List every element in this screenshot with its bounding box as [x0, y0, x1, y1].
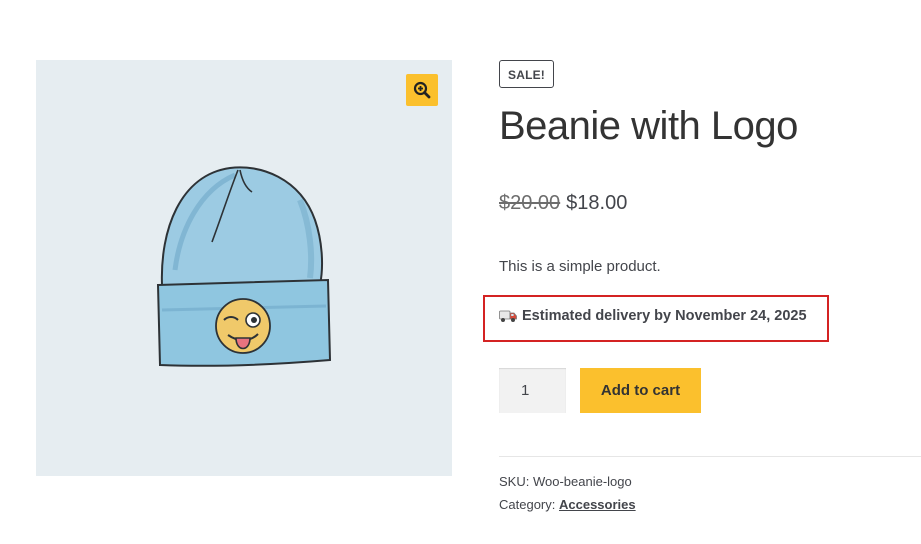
- price: $20.00 $18.00: [499, 192, 627, 215]
- magnify-plus-icon: [413, 81, 431, 99]
- short-description: This is a simple product.: [499, 258, 661, 275]
- sku-value: Woo-beanie-logo: [532, 474, 632, 489]
- product-image[interactable]: [150, 160, 340, 375]
- category-label: Category:: [499, 497, 556, 512]
- delivery-truck-icon: [499, 310, 517, 322]
- zoom-button[interactable]: [406, 74, 438, 106]
- sku-line: SKU: Woo-beanie-logo: [499, 474, 632, 489]
- quantity-input[interactable]: [499, 368, 566, 413]
- category-link[interactable]: Accessories: [559, 497, 636, 512]
- estimated-delivery: Estimated delivery by November 24, 2025: [499, 308, 807, 324]
- delivery-text: Estimated delivery by November 24, 2025: [522, 308, 807, 324]
- category-line: Category: Accessories: [499, 497, 636, 512]
- sale-badge: SALE!: [499, 60, 554, 88]
- product-title: Beanie with Logo: [499, 104, 798, 148]
- sale-price: $18.00: [566, 192, 628, 214]
- regular-price: $20.00: [499, 192, 561, 214]
- sku-label: SKU:: [499, 474, 530, 489]
- add-to-cart-button[interactable]: Add to cart: [580, 368, 701, 413]
- divider: [499, 456, 921, 457]
